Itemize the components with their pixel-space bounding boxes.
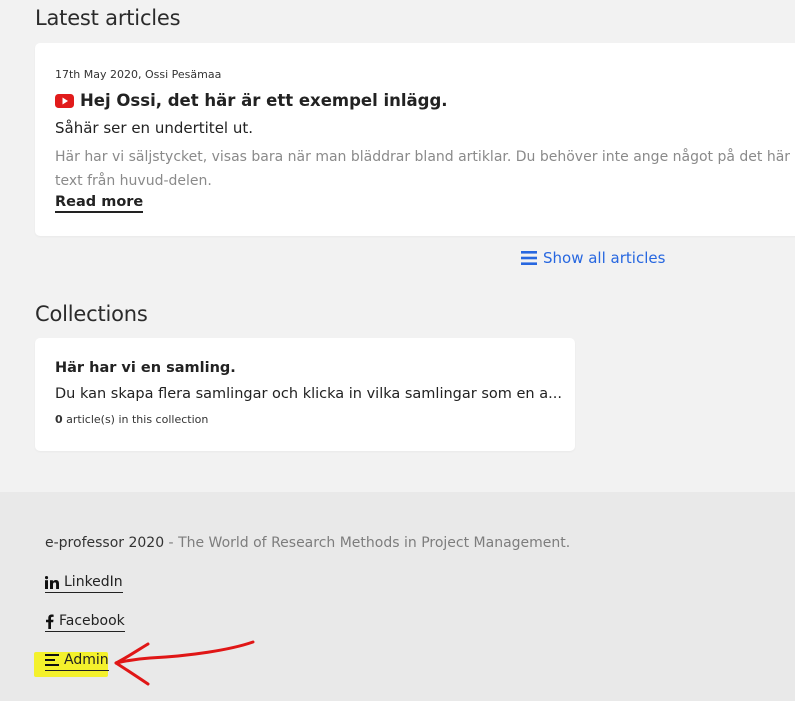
latest-articles-heading: Latest articles [35,6,181,30]
article-subtitle: Såhär ser en undertitel ut. [55,119,254,137]
admin-link[interactable]: Admin [45,652,109,671]
show-all-articles-label[interactable]: Show all articles [543,249,665,267]
annotation-arrow-icon [114,640,255,686]
collection-card[interactable]: Här har vi en samling. Du kan skapa fler… [35,338,575,451]
footer-copyright: e-professor 2020 - The World of Research… [45,535,570,551]
article-excerpt-line-2: text från huvud-delen. [55,173,212,189]
main-content: Latest articles 17th May 2020, Ossi Pesä… [0,0,795,492]
article-title-text[interactable]: Hej Ossi, det här är ett exempel inlägg. [80,91,448,110]
footer-separator: - [164,535,179,551]
facebook-icon [46,614,54,629]
collection-title[interactable]: Här har vi en samling. [55,360,236,376]
article-meta: 17th May 2020, Ossi Pesämaa [55,68,222,81]
article-excerpt-line-1: Här har vi säljstycket, visas bara när m… [55,149,791,165]
article-title[interactable]: Hej Ossi, det här är ett exempel inlägg. [55,91,448,110]
read-more-link[interactable]: Read more [55,194,144,213]
footer-tagline: The World of Research Methods in Project… [178,535,571,551]
collection-count-number: 0 [55,413,63,426]
collection-article-count: 0 article(s) in this collection [55,413,208,426]
article-excerpt: Här har vi säljstycket, visas bara när m… [55,145,795,193]
facebook-link[interactable]: Facebook [45,613,125,632]
show-all-articles-link[interactable]: Show all articles [521,249,665,267]
linkedin-label[interactable]: LinkedIn [64,574,123,590]
youtube-icon [55,93,74,108]
list-icon [521,251,537,265]
linkedin-link[interactable]: LinkedIn [45,574,123,593]
footer-brand: e-professor 2020 [45,535,165,551]
admin-label[interactable]: Admin [64,652,109,668]
collection-description: Du kan skapa flera samlingar och klicka … [55,386,562,402]
facebook-label[interactable]: Facebook [59,613,125,629]
collections-heading: Collections [35,302,148,326]
linkedin-icon [45,575,59,589]
list-icon [45,654,59,666]
collection-count-suffix: article(s) in this collection [62,413,209,426]
article-card: 17th May 2020, Ossi Pesämaa Hej Ossi, de… [35,43,795,236]
